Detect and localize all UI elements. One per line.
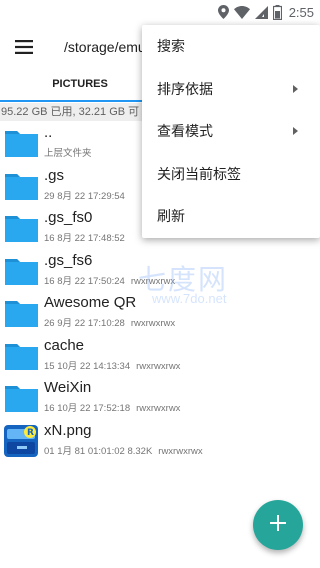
file-date: 15 10月 22 14:13:34: [44, 360, 131, 372]
submenu-arrow-icon: [293, 127, 298, 135]
file-name: WeiXin: [44, 379, 92, 396]
file-meta: 26 9月 22 17:10:28 rwxrwxrwx: [44, 315, 175, 329]
menu-item-label: 刷新: [157, 208, 185, 224]
folder-icon: [3, 125, 40, 159]
menu-item-label: 排序依据: [157, 80, 213, 97]
file-row[interactable]: WeiXin 16 10月 22 17:52:18 rwxrwxrwx: [0, 376, 320, 419]
file-date: 16 8月 22 17:48:52: [44, 233, 125, 244]
file-name: .gs_fs0: [44, 209, 93, 226]
file-name: .gs_fs6: [44, 251, 93, 269]
status-time: 2:55: [288, 4, 314, 20]
tab-active-indicator: [0, 100, 160, 102]
menu-item-close-tab[interactable]: 关闭当前标签: [142, 153, 320, 196]
file-date: 16 8月 22 17:50:24: [44, 275, 125, 287]
folder-icon: [3, 253, 40, 287]
folder-icon: [3, 380, 40, 414]
file-date: 01 1月 81 01:01:02 8.32K: [44, 445, 153, 457]
file-name: cache: [44, 336, 85, 354]
status-bar: 2:55: [0, 0, 320, 24]
hamburger-menu-icon[interactable]: [10, 33, 38, 61]
add-fab-button[interactable]: [253, 500, 303, 550]
image-thumbnail-icon: R: [3, 423, 40, 457]
menu-item-refresh[interactable]: 刷新: [142, 195, 320, 238]
overflow-menu: 搜索 排序依据 查看模式 关闭当前标签 刷新: [142, 25, 320, 238]
folder-icon: [3, 210, 40, 244]
file-meta: 16 8月 22 17:48:52: [44, 230, 125, 244]
menu-item-search[interactable]: 搜索: [142, 25, 320, 68]
location-icon: [217, 5, 229, 19]
file-name: Awesome QR: [44, 294, 137, 311]
file-meta: 01 1月 81 01:01:02 8.32K rwxrwxrwx: [44, 443, 203, 457]
file-name: xN.png: [44, 421, 92, 439]
file-date: 29 8月 22 17:29:54: [44, 190, 125, 202]
menu-item-view-mode[interactable]: 查看模式: [142, 110, 320, 153]
file-meta: 16 10月 22 17:52:18 rwxrwxrwx: [44, 400, 180, 414]
menu-item-sort-by[interactable]: 排序依据: [142, 68, 320, 111]
tab-pictures[interactable]: PICTURES: [0, 70, 160, 102]
folder-icon: [3, 295, 40, 329]
file-meta: 29 8月 22 17:29:54: [44, 188, 125, 202]
menu-item-label: 查看模式: [157, 123, 213, 139]
battery-icon: [272, 4, 282, 20]
submenu-arrow-icon: [293, 84, 298, 93]
file-permissions: rwxrwxrwx: [136, 403, 181, 414]
file-name: .gs: [44, 166, 65, 184]
wifi-icon: [233, 5, 250, 19]
file-meta: 上层文件夹: [44, 145, 92, 159]
folder-icon: [3, 168, 40, 202]
tab-label: PICTURES: [52, 78, 108, 90]
plus-icon: [270, 514, 286, 536]
menu-item-label: 搜索: [157, 38, 185, 54]
file-permissions: rwxrwxrwx: [130, 318, 176, 329]
folder-icon: [3, 338, 40, 372]
file-date: 26 9月 22 17:10:28: [44, 318, 125, 329]
file-permissions: rwxrwxrwx: [158, 445, 203, 457]
watermark: 七度网 www.7do.net: [138, 258, 228, 314]
file-row[interactable]: R xN.png 01 1月 81 01:01:02 8.32K rwxrwxrw…: [0, 419, 320, 462]
current-path[interactable]: /storage/emul: [64, 39, 149, 55]
status-icons: 2:55: [217, 4, 314, 20]
file-permissions: rwxrwxrwx: [136, 360, 181, 372]
svg-text:R: R: [27, 428, 34, 438]
file-date: 上层文件夹: [44, 148, 92, 159]
file-date: 16 10月 22 17:52:18: [44, 403, 131, 414]
signal-icon: [254, 5, 268, 19]
file-meta: 15 10月 22 14:13:34 rwxrwxrwx: [44, 358, 180, 372]
menu-item-label: 关闭当前标签: [157, 165, 241, 182]
watermark-sub: www.7do.net: [152, 291, 227, 306]
file-name: ..: [44, 124, 53, 141]
file-row[interactable]: cache 15 10月 22 14:13:34 rwxrwxrwx: [0, 334, 320, 377]
